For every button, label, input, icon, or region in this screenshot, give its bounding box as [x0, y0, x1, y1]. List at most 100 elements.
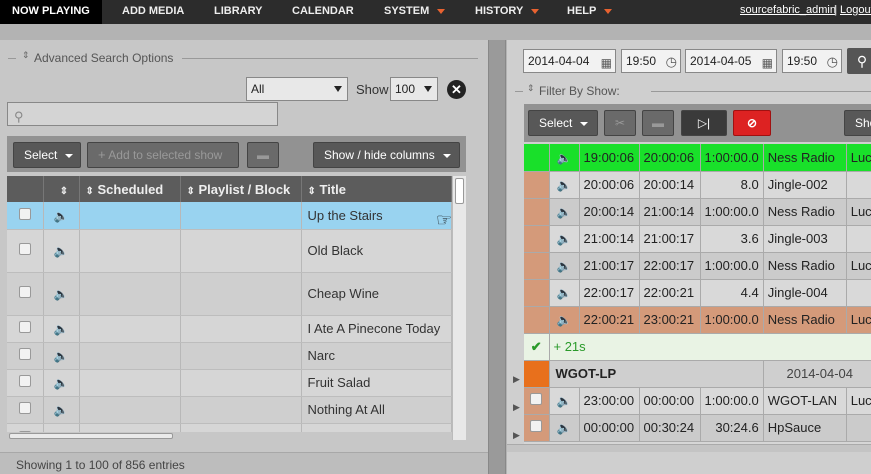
- filter-select[interactable]: All: [246, 77, 348, 101]
- expand-arrow-icon[interactable]: ▶: [513, 402, 520, 413]
- table-row[interactable]: 🔈 Narc: [7, 342, 452, 370]
- clock-icon[interactable]: ◷: [827, 51, 838, 73]
- table-row[interactable]: 🔈 21:00:14 21:00:17 3.6 Jingle-003: [524, 225, 871, 253]
- speaker-icon[interactable]: 🔈: [54, 322, 69, 336]
- speaker-icon[interactable]: 🔈: [54, 287, 69, 301]
- checkbox-column-header[interactable]: [7, 176, 44, 202]
- trash-icon[interactable]: ▬: [642, 110, 674, 136]
- row-checkbox-cell[interactable]: [7, 315, 44, 343]
- filter-by-show-toggle[interactable]: ⇕ Filter By Show:: [515, 83, 871, 99]
- table-row[interactable]: 🔈 I Ate A Pinecone Today: [7, 315, 452, 343]
- row-checkbox-cell[interactable]: [7, 202, 44, 230]
- speaker-icon[interactable]: 🔈: [54, 209, 69, 223]
- show-hide-columns-button[interactable]: Sho: [844, 110, 871, 136]
- nav-now-playing[interactable]: NOW PLAYING: [0, 0, 102, 24]
- speaker-icon[interactable]: 🔈: [54, 376, 69, 390]
- close-icon[interactable]: ✕: [447, 80, 466, 99]
- row-checkbox-cell[interactable]: [524, 387, 550, 415]
- speaker-icon[interactable]: 🔈: [54, 349, 69, 363]
- speaker-icon[interactable]: 🔈: [54, 403, 69, 417]
- row-checkbox-cell[interactable]: [7, 369, 44, 397]
- nav-library[interactable]: LIBRARY: [202, 0, 274, 24]
- page-size-select[interactable]: 100: [390, 77, 438, 101]
- row-preview-cell[interactable]: 🔈: [43, 229, 80, 273]
- table-row[interactable]: 🔈 Old Black: [7, 229, 452, 273]
- calendar-icon[interactable]: ▦: [601, 52, 612, 74]
- end-time-input[interactable]: 19:50 ◷: [782, 49, 842, 73]
- row-preview-cell[interactable]: 🔈: [549, 198, 580, 226]
- row-preview-cell[interactable]: 🔈: [549, 252, 580, 280]
- calendar-icon[interactable]: ▦: [762, 52, 773, 74]
- nav-calendar[interactable]: CALENDAR: [280, 0, 366, 24]
- horizontal-scrollbar[interactable]: [7, 432, 452, 440]
- row-preview-cell[interactable]: 🔈: [549, 387, 580, 415]
- select-dropdown-button[interactable]: Select: [528, 110, 598, 136]
- nav-add-media[interactable]: ADD MEDIA: [110, 0, 196, 24]
- title-column-header[interactable]: ⇕ Title: [301, 176, 452, 202]
- table-row[interactable]: 🔈 23:00:00 00:00:00 1:00:00.0 WGOT-LAN L…: [524, 387, 871, 415]
- row-checkbox[interactable]: [18, 321, 31, 333]
- row-checkbox[interactable]: [18, 286, 31, 298]
- search-icon[interactable]: ⚲: [847, 48, 871, 74]
- vertical-scroll-thumb[interactable]: [455, 178, 464, 204]
- row-preview-cell[interactable]: 🔈: [43, 396, 80, 424]
- sort-column-header[interactable]: ⇕: [43, 176, 80, 202]
- row-checkbox[interactable]: [18, 348, 31, 360]
- row-checkbox[interactable]: [530, 393, 543, 405]
- horizontal-scrollbar[interactable]: [507, 444, 871, 452]
- row-preview-cell[interactable]: 🔈: [549, 144, 580, 172]
- user-link[interactable]: sourcefabric_admin: [740, 4, 836, 16]
- table-row[interactable]: 🔈 Cheap Wine: [7, 272, 452, 316]
- row-preview-cell[interactable]: 🔈: [43, 202, 80, 230]
- table-row[interactable]: 🔈 Nothing At All: [7, 396, 452, 424]
- row-preview-cell[interactable]: 🔈: [549, 414, 580, 442]
- table-row[interactable]: 🔈 Up the Stairs: [7, 202, 452, 230]
- row-preview-cell[interactable]: 🔈: [43, 272, 80, 316]
- row-preview-cell[interactable]: 🔈: [43, 342, 80, 370]
- row-checkbox[interactable]: [18, 207, 31, 220]
- table-row[interactable]: 🔈 21:00:17 22:00:17 1:00:00.0 Ness Radio…: [524, 252, 871, 280]
- speaker-icon[interactable]: 🔈: [557, 205, 572, 219]
- vertical-scrollbar[interactable]: [452, 176, 466, 440]
- row-checkbox-cell[interactable]: [524, 414, 550, 442]
- add-to-show-button[interactable]: + Add to selected show: [87, 142, 239, 168]
- table-row[interactable]: 🔈 22:00:17 22:00:21 4.4 Jingle-004: [524, 279, 871, 307]
- horizontal-scroll-thumb[interactable]: [9, 433, 173, 439]
- table-row[interactable]: 🔈 20:00:06 20:00:14 8.0 Jingle-002: [524, 171, 871, 199]
- row-preview-cell[interactable]: 🔈: [549, 306, 580, 334]
- advanced-search-toggle[interactable]: ⇕ Advanced Search Options: [8, 50, 478, 66]
- table-row[interactable]: 🔈 20:00:14 21:00:14 1:00:00.0 Ness Radio…: [524, 198, 871, 226]
- search-input[interactable]: ⚲: [7, 102, 278, 126]
- speaker-icon[interactable]: 🔈: [557, 232, 572, 246]
- row-checkbox[interactable]: [18, 243, 31, 255]
- nav-help[interactable]: HELP: [555, 0, 624, 24]
- row-checkbox[interactable]: [530, 420, 543, 432]
- speaker-icon[interactable]: 🔈: [557, 151, 572, 165]
- row-checkbox-cell[interactable]: [7, 396, 44, 424]
- row-checkbox-cell[interactable]: [7, 229, 44, 273]
- speaker-icon[interactable]: 🔈: [54, 244, 69, 258]
- row-checkbox-cell[interactable]: [7, 342, 44, 370]
- panel-splitter[interactable]: [488, 40, 506, 474]
- expand-arrow-icon[interactable]: ▶: [513, 374, 520, 385]
- table-row[interactable]: 🔈 19:00:06 20:00:06 1:00:00.0 Ness Radio…: [524, 144, 871, 172]
- clock-icon[interactable]: ◷: [666, 51, 677, 73]
- row-preview-cell[interactable]: 🔈: [549, 225, 580, 253]
- start-time-input[interactable]: 19:50 ◷: [621, 49, 681, 73]
- speaker-icon[interactable]: 🔈: [557, 178, 572, 192]
- speaker-icon[interactable]: 🔈: [557, 259, 572, 273]
- speaker-icon[interactable]: 🔈: [557, 286, 572, 300]
- select-dropdown-button[interactable]: Select: [13, 142, 81, 168]
- row-checkbox[interactable]: [18, 375, 31, 387]
- trash-icon[interactable]: ▬: [247, 142, 279, 168]
- table-row[interactable]: 🔈 00:00:00 00:30:24 30:24.6 HpSauce: [524, 414, 871, 442]
- row-preview-cell[interactable]: 🔈: [549, 279, 580, 307]
- end-date-input[interactable]: 2014-04-05 ▦: [685, 49, 777, 73]
- scissors-icon[interactable]: ✂: [604, 110, 636, 136]
- row-preview-cell[interactable]: 🔈: [43, 315, 80, 343]
- show-hide-columns-button[interactable]: Show / hide columns: [313, 142, 460, 168]
- logout-link[interactable]: Logout: [840, 4, 871, 16]
- nav-system[interactable]: SYSTEM: [372, 0, 457, 24]
- table-row[interactable]: 🔈 22:00:21 23:00:21 1:00:00.0 Ness Radio…: [524, 306, 871, 334]
- row-checkbox-cell[interactable]: [7, 272, 44, 316]
